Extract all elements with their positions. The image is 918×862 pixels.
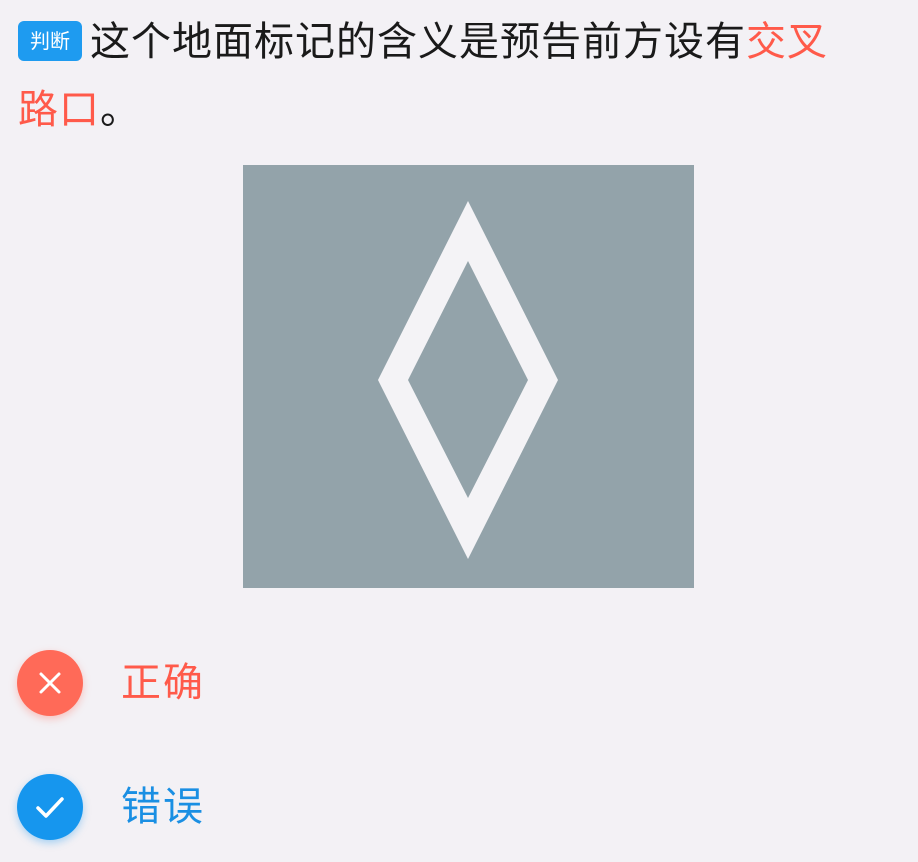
option-correct-statement[interactable]: 正确 [17, 650, 517, 716]
road-marking-image [243, 165, 694, 588]
question-text-main: 这个地面标记的含义是预告前方设有 [90, 19, 746, 65]
question-text: 判断 这个地面标记的含义是预告前方设有交叉路口。 [18, 8, 910, 144]
close-icon [39, 672, 61, 694]
question-highlight-2: 路口 [18, 87, 100, 133]
question-type-badge: 判断 [18, 21, 82, 61]
option-label-correct: 正确 [121, 660, 205, 706]
right-answer-indicator [17, 774, 83, 840]
question-highlight-1: 交叉 [746, 19, 828, 65]
check-icon [36, 797, 64, 818]
question-text-end: 。 [100, 87, 141, 133]
option-label-incorrect: 错误 [121, 784, 205, 830]
wrong-answer-indicator [17, 650, 83, 716]
diamond-road-marking-icon [378, 201, 558, 559]
option-incorrect-statement[interactable]: 错误 [17, 774, 517, 840]
